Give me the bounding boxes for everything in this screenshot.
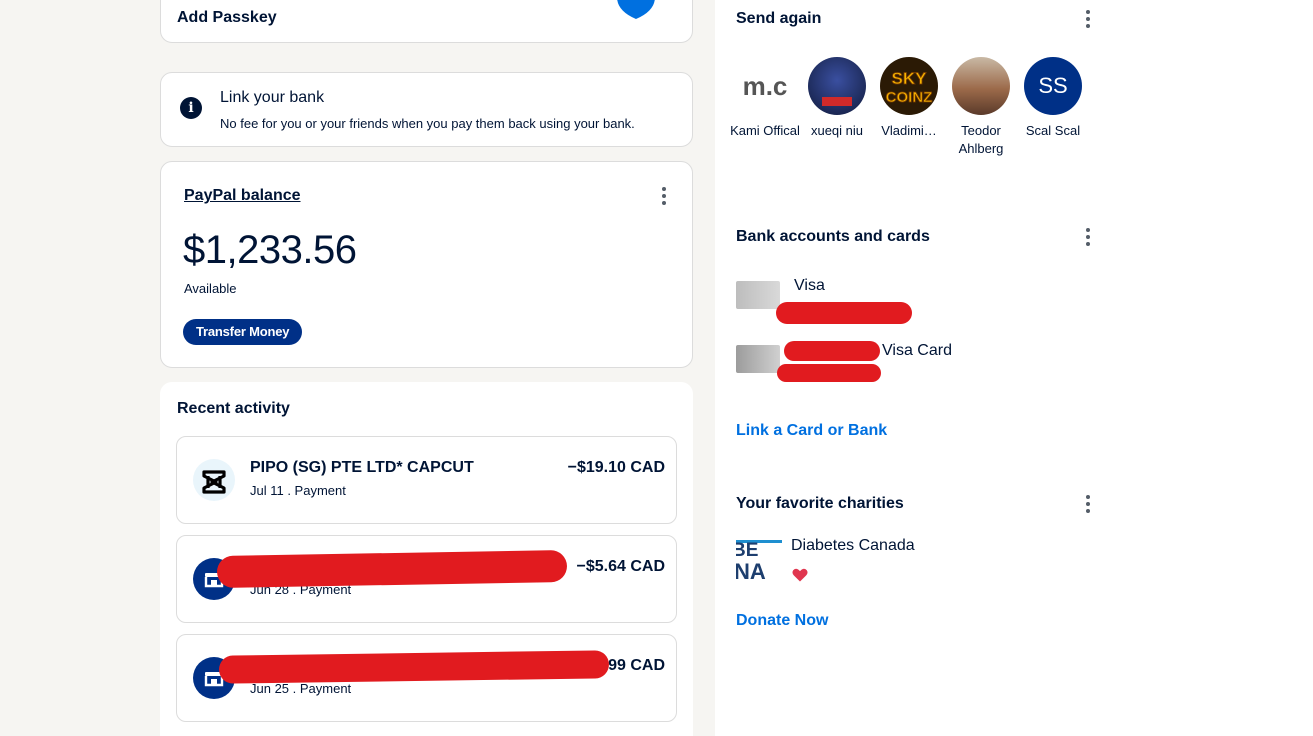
capcut-icon [193,459,235,501]
paypal-balance-link[interactable]: PayPal balance [184,187,301,205]
contact-item[interactable]: SS Scal Scal [1017,57,1089,140]
redaction-mark [216,549,568,589]
recent-activity-title: Recent activity [177,400,290,417]
contact-name: Vladimi… [881,123,937,138]
transaction-meta: Jul 11 . Payment [250,483,346,498]
contact-item[interactable]: m.c Kami Offical [729,57,801,140]
contact-name: Kami Offical [730,123,800,138]
link-bank-banner[interactable]: i Link your bank No fee for you or your … [160,72,693,147]
transaction-amount: 99 CAD [608,657,665,674]
avatar [952,57,1010,115]
balance-amount: $1,233.56 [183,228,357,272]
redaction-mark [784,341,880,361]
more-options-icon[interactable] [1086,10,1090,28]
avatar: SS [1024,57,1082,115]
transaction-row[interactable]: PIPO (SG) PTE LTD* CAPCUT Jul 11 . Payme… [176,436,677,524]
transaction-amount: −$19.10 CAD [567,459,665,476]
send-again-title: Send again [736,10,822,27]
link-bank-title: Link your bank [220,89,325,106]
card-thumbnail[interactable] [736,345,780,373]
link-card-or-bank-link[interactable]: Link a Card or Bank [736,422,887,440]
transaction-amount: −$5.64 CAD [576,558,666,575]
link-bank-subtitle: No fee for you or your friends when you … [220,116,635,131]
more-options-icon[interactable] [1086,495,1090,513]
contact-name: Scal Scal [1025,123,1081,138]
redaction-mark [218,650,610,684]
transaction-row[interactable]: Jun 25 . Payment 99 CAD [176,634,677,722]
svg-text:NA: NA [736,559,766,582]
svg-text:BE: BE [736,540,758,561]
contact-name: xueqi niu [810,123,864,138]
right-column: Send again m.c Kami Offical xueqi niu SK… [715,0,1313,736]
svg-text:SKY: SKY [892,69,928,88]
redaction-mark [776,302,912,324]
charity-logo: BE NA [736,536,782,582]
shield-icon [617,0,655,19]
charity-name[interactable]: Diabetes Canada [791,537,915,555]
transaction-name: PIPO (SG) PTE LTD* CAPCUT [250,459,474,476]
info-icon: i [180,97,202,119]
card-thumbnail[interactable] [736,281,780,309]
more-options-icon[interactable] [1086,228,1090,246]
heart-icon[interactable] [792,568,808,582]
avatar: SKY COINZ [880,57,938,115]
bank-item-name[interactable]: Visa [794,277,825,295]
donate-now-link[interactable]: Donate Now [736,612,828,630]
paypal-balance-card: PayPal balance $1,233.56 Available Trans… [160,161,693,368]
svg-text:m.c: m.c [743,71,788,101]
bank-item-name[interactable]: Visa Card [882,342,952,360]
avatar [808,57,866,115]
contact-item[interactable]: SKY COINZ Vladimi… [873,57,945,140]
add-passkey-title: Add Passkey [177,9,277,26]
redaction-mark [777,364,881,382]
add-passkey-card[interactable]: Add Passkey [160,0,693,43]
transaction-meta: Jun 25 . Payment [250,681,352,696]
transaction-row[interactable]: Jun 28 . Payment −$5.64 CAD [176,535,677,623]
balance-available-label: Available [184,281,237,296]
transfer-money-button[interactable]: Transfer Money [183,319,303,345]
bank-accounts-title: Bank accounts and cards [736,228,930,245]
more-options-icon[interactable] [662,187,666,205]
contact-item[interactable]: xueqi niu [801,57,873,140]
avatar: m.c [736,57,794,115]
recent-activity-card: Recent activity PIPO (SG) PTE LTD* CAPCU… [160,382,693,736]
contact-name: Teodor Ahlberg [958,123,1004,156]
left-column: Add Passkey i Link your bank No fee for … [0,0,715,736]
svg-text:COINZ: COINZ [886,89,933,106]
charities-title: Your favorite charities [736,495,904,512]
contact-item[interactable]: Teodor Ahlberg [945,57,1017,158]
